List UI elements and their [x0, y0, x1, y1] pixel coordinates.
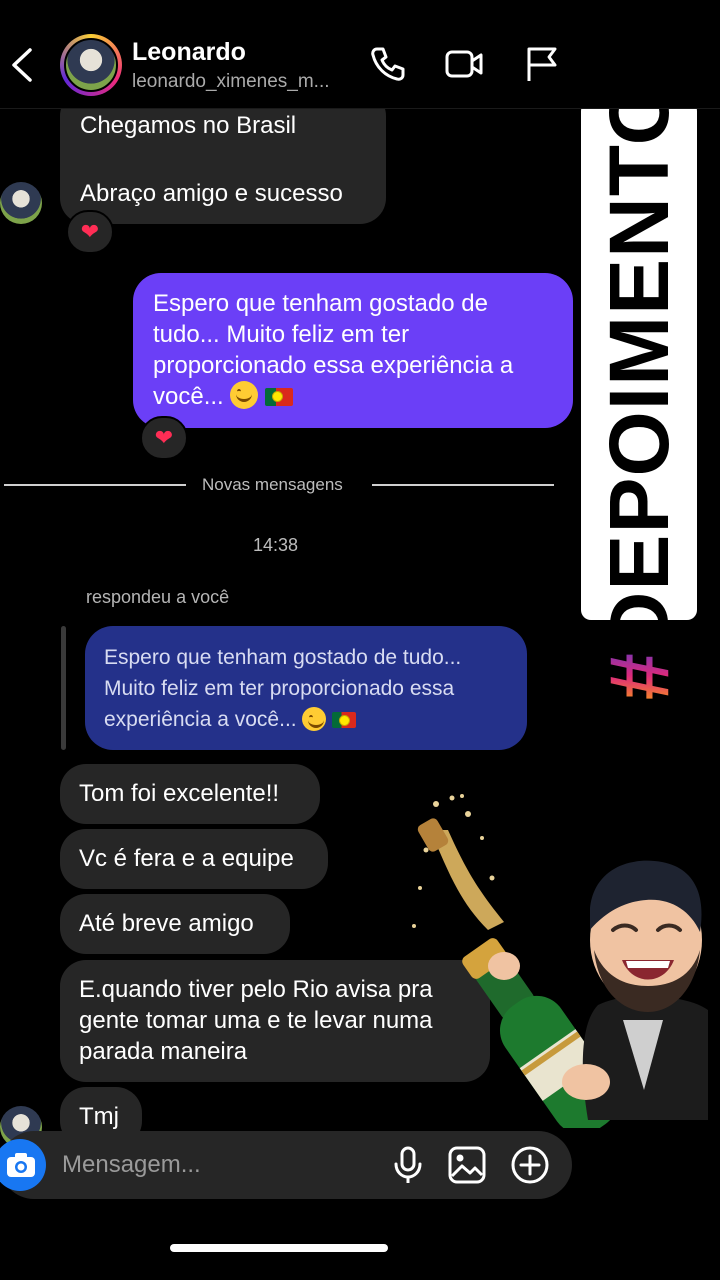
home-indicator[interactable]	[170, 1244, 388, 1252]
heart-reaction[interactable]: ❤	[66, 210, 114, 254]
sender-avatar[interactable]	[0, 182, 42, 224]
microphone-icon[interactable]	[392, 1146, 424, 1184]
smile-emoji-icon	[302, 707, 327, 731]
message-input[interactable]: Mensagem...	[62, 1151, 201, 1179]
message-text: Até breve amigo	[79, 910, 254, 937]
message-text: Tom foi excelente!!	[79, 780, 280, 807]
sticker-word: DEPOIMENTOS	[592, 22, 686, 653]
message-text: E.quando tiver pelo Rio avisa pra gente …	[79, 976, 433, 1065]
received-message[interactable]: Vc é fera e a equipe	[60, 829, 328, 889]
replied-label: respondeu a você	[86, 587, 230, 607]
contact-handle[interactable]: leonardo_ximenes_m...	[132, 71, 330, 93]
sent-message[interactable]: Espero que tenham gostado de tudo... Mui…	[133, 273, 573, 428]
chat-header: Leonardo leonardo_ximenes_m...	[0, 0, 720, 109]
depoimentos-sticker: #DEPOIMENTOS	[581, 22, 697, 700]
divider-line	[372, 484, 554, 486]
message-text: Abraço amigo e sucesso	[80, 180, 343, 207]
quoted-message[interactable]: Espero que tenham gostado de tudo... Mui…	[85, 626, 527, 750]
phone-icon[interactable]	[368, 44, 408, 84]
received-message[interactable]: Tom foi excelente!!	[60, 764, 320, 824]
message-text: Espero que tenham gostado de tudo... Mui…	[153, 290, 514, 410]
memoji-champagne-sticker	[412, 794, 708, 1128]
contact-name[interactable]: Leonardo	[132, 38, 246, 67]
video-icon[interactable]	[444, 44, 484, 84]
new-messages-label: Novas mensagens	[202, 475, 343, 494]
camera-button[interactable]	[0, 1139, 46, 1191]
received-message[interactable]: Chegamos no Brasil Abraço amigo e sucess…	[60, 90, 386, 224]
portugal-flag-icon	[332, 712, 357, 728]
received-message[interactable]: Até breve amigo	[60, 894, 290, 954]
message-text: Tmj	[79, 1103, 119, 1130]
quote-bar	[61, 626, 66, 750]
plus-circle-icon[interactable]	[510, 1145, 550, 1185]
message-text: Vc é fera e a equipe	[79, 845, 294, 872]
hashtag-symbol: #	[592, 652, 686, 700]
portugal-flag-icon	[265, 388, 294, 406]
smile-emoji-icon	[230, 381, 259, 409]
camera-icon	[7, 1153, 35, 1177]
back-arrow-icon[interactable]	[10, 46, 34, 84]
heart-reaction[interactable]: ❤	[140, 416, 188, 460]
heart-icon: ❤	[80, 219, 100, 244]
contact-avatar[interactable]	[60, 34, 122, 96]
gallery-icon[interactable]	[448, 1146, 486, 1184]
message-text: Chegamos no Brasil	[80, 112, 297, 139]
heart-icon: ❤	[154, 425, 174, 450]
flag-icon[interactable]	[522, 44, 562, 84]
message-text: Espero que tenham gostado de tudo... Mui…	[104, 646, 462, 731]
divider-line	[4, 484, 186, 486]
message-timestamp: 14:38	[253, 535, 299, 555]
